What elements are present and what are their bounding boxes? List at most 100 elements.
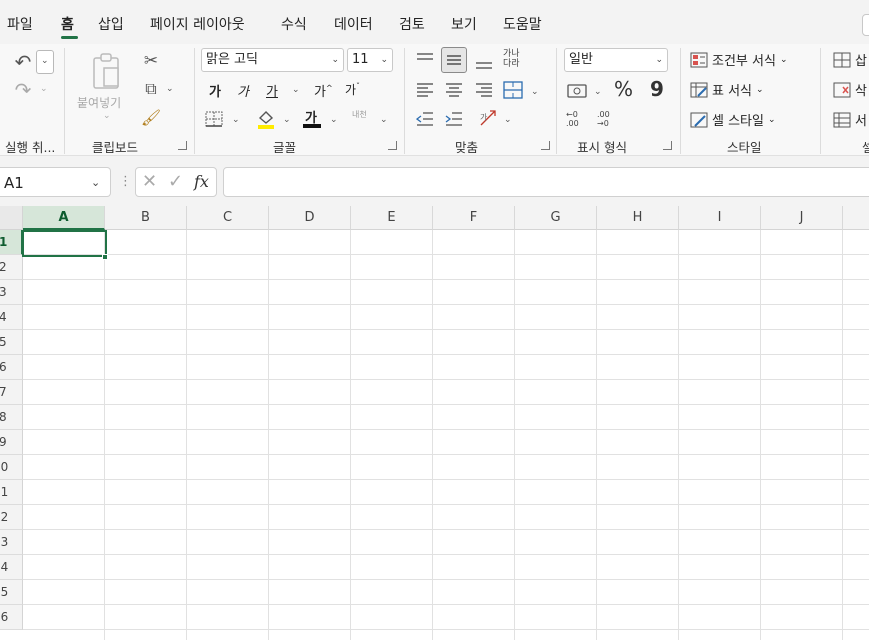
- borders-dropdown-icon[interactable]: ⌄: [232, 115, 240, 125]
- enter-icon[interactable]: ✓: [168, 171, 183, 192]
- copy-dropdown-icon[interactable]: ⌄: [166, 84, 174, 94]
- column-header-i[interactable]: I: [679, 206, 761, 230]
- column-header-c[interactable]: C: [187, 206, 269, 230]
- select-all-corner[interactable]: [0, 206, 23, 230]
- cancel-icon[interactable]: ✕: [142, 171, 157, 192]
- tab-view[interactable]: 보기: [451, 14, 477, 34]
- format-cells-button[interactable]: 서: [833, 110, 867, 129]
- row-header-3[interactable]: 3: [0, 280, 23, 305]
- row-header-9[interactable]: 9: [0, 430, 23, 455]
- column-header-b[interactable]: B: [105, 206, 187, 230]
- increase-indent-icon[interactable]: [445, 111, 463, 127]
- conditional-format-button[interactable]: 조건부 서식 ⌄: [690, 50, 787, 69]
- row-header-15[interactable]: 15: [0, 580, 23, 605]
- row-header-7[interactable]: 7: [0, 380, 23, 405]
- worksheet-grid[interactable]: ABCDEFGHIJ12345678910111213141516: [0, 206, 869, 640]
- row-header-5[interactable]: 5: [0, 330, 23, 355]
- tab-insert[interactable]: 삽입: [98, 14, 124, 34]
- row-header-11[interactable]: 11: [0, 480, 23, 505]
- font-color-icon[interactable]: 가: [303, 107, 321, 130]
- paste-label[interactable]: 붙여넣기: [77, 94, 121, 111]
- font-color-dropdown-icon[interactable]: ⌄: [330, 115, 338, 125]
- bold-button[interactable]: 가: [209, 81, 221, 100]
- column-header-h[interactable]: H: [597, 206, 679, 230]
- comma-button[interactable]: 9: [650, 77, 664, 101]
- paste-icon[interactable]: [90, 52, 124, 90]
- row-header-6[interactable]: 6: [0, 355, 23, 380]
- ribbon-toggle-button[interactable]: [862, 14, 869, 36]
- delete-cells-button[interactable]: 삭: [833, 80, 867, 99]
- align-right-icon[interactable]: [475, 82, 493, 98]
- shrink-font-button[interactable]: 가ˇ: [345, 81, 360, 98]
- column-header-j[interactable]: J: [761, 206, 843, 230]
- tab-help[interactable]: 도움말: [503, 14, 542, 34]
- name-box-dropdown-icon[interactable]: ⌄: [91, 176, 100, 189]
- insert-cells-button[interactable]: 삽: [833, 50, 867, 69]
- undo-dropdown[interactable]: ⌄: [36, 50, 54, 74]
- orientation-dropdown-icon[interactable]: ⌄: [504, 115, 512, 125]
- row-header-12[interactable]: 12: [0, 505, 23, 530]
- column-header-e[interactable]: E: [351, 206, 433, 230]
- copy-icon[interactable]: ⧉: [140, 78, 162, 100]
- fill-color-dropdown-icon[interactable]: ⌄: [283, 115, 291, 125]
- column-header-g[interactable]: G: [515, 206, 597, 230]
- redo-dropdown-icon[interactable]: ⌄: [40, 84, 48, 94]
- row-header-4[interactable]: 4: [0, 305, 23, 330]
- row-header-16[interactable]: 16: [0, 605, 23, 630]
- percent-button[interactable]: %: [614, 77, 633, 101]
- font-launcher-icon[interactable]: [388, 141, 397, 150]
- borders-icon[interactable]: [205, 111, 223, 127]
- column-header-f[interactable]: F: [433, 206, 515, 230]
- cell-styles-button[interactable]: 셀 스타일 ⌄: [690, 110, 776, 129]
- row-header-13[interactable]: 13: [0, 530, 23, 555]
- format-painter-icon[interactable]: 🖌: [140, 106, 162, 128]
- column-header-a[interactable]: A: [23, 206, 105, 230]
- paste-dropdown-icon[interactable]: ⌄: [103, 111, 111, 121]
- align-left-icon[interactable]: [416, 82, 434, 98]
- cut-icon[interactable]: ✂: [140, 50, 162, 72]
- decrease-indent-icon[interactable]: [415, 111, 434, 127]
- phonetic-dropdown-icon[interactable]: ⌄: [380, 115, 388, 125]
- column-header-partial[interactable]: [843, 206, 869, 230]
- align-center-icon[interactable]: [445, 82, 463, 98]
- insert-function-icon[interactable]: fx: [194, 172, 209, 191]
- decrease-decimal-button[interactable]: .00 →0: [597, 110, 619, 128]
- number-launcher-icon[interactable]: [663, 141, 672, 150]
- font-size-select[interactable]: 11 ⌄: [347, 48, 393, 72]
- font-name-select[interactable]: 맑은 고딕 ⌄: [201, 48, 344, 72]
- column-header-d[interactable]: D: [269, 206, 351, 230]
- orientation-icon[interactable]: 가: [478, 108, 498, 128]
- align-bottom-icon[interactable]: [475, 54, 493, 70]
- alignment-launcher-icon[interactable]: [541, 141, 550, 150]
- undo-icon[interactable]: ↶: [10, 50, 36, 74]
- active-cell-a1[interactable]: [22, 230, 107, 257]
- merge-center-icon[interactable]: [503, 81, 523, 99]
- clipboard-launcher-icon[interactable]: [178, 141, 187, 150]
- row-header-14[interactable]: 14: [0, 555, 23, 580]
- grow-font-button[interactable]: 가^: [314, 81, 333, 100]
- merge-dropdown-icon[interactable]: ⌄: [531, 87, 539, 97]
- name-box[interactable]: A1 ⌄: [0, 167, 111, 197]
- tab-formulas[interactable]: 수식: [281, 14, 307, 34]
- tab-data[interactable]: 데이터: [334, 14, 373, 34]
- align-top-icon[interactable]: [416, 52, 434, 68]
- underline-dropdown-icon[interactable]: ⌄: [292, 85, 300, 95]
- italic-button[interactable]: 가: [237, 81, 249, 100]
- phonetic-button[interactable]: 내천: [352, 110, 372, 119]
- align-middle-button[interactable]: [441, 47, 467, 73]
- tab-file[interactable]: 파일: [7, 14, 33, 34]
- underline-button[interactable]: 가: [266, 81, 278, 100]
- tab-home[interactable]: 홈: [61, 14, 74, 34]
- accounting-format-icon[interactable]: [567, 82, 589, 100]
- formula-input[interactable]: [223, 167, 869, 197]
- row-header-1[interactable]: 1: [0, 230, 23, 255]
- format-as-table-button[interactable]: 표 서식 ⌄: [690, 80, 764, 99]
- wrap-text-button[interactable]: 가나 다라: [503, 49, 525, 69]
- fill-handle[interactable]: [102, 254, 108, 260]
- accounting-dropdown-icon[interactable]: ⌄: [594, 87, 602, 97]
- tab-page-layout[interactable]: 페이지 레이아웃: [150, 14, 245, 34]
- row-header-2[interactable]: 2: [0, 255, 23, 280]
- fill-color-icon[interactable]: [256, 108, 276, 130]
- number-format-select[interactable]: 일반 ⌄: [564, 48, 668, 72]
- more-options-icon[interactable]: ⋮: [119, 174, 132, 189]
